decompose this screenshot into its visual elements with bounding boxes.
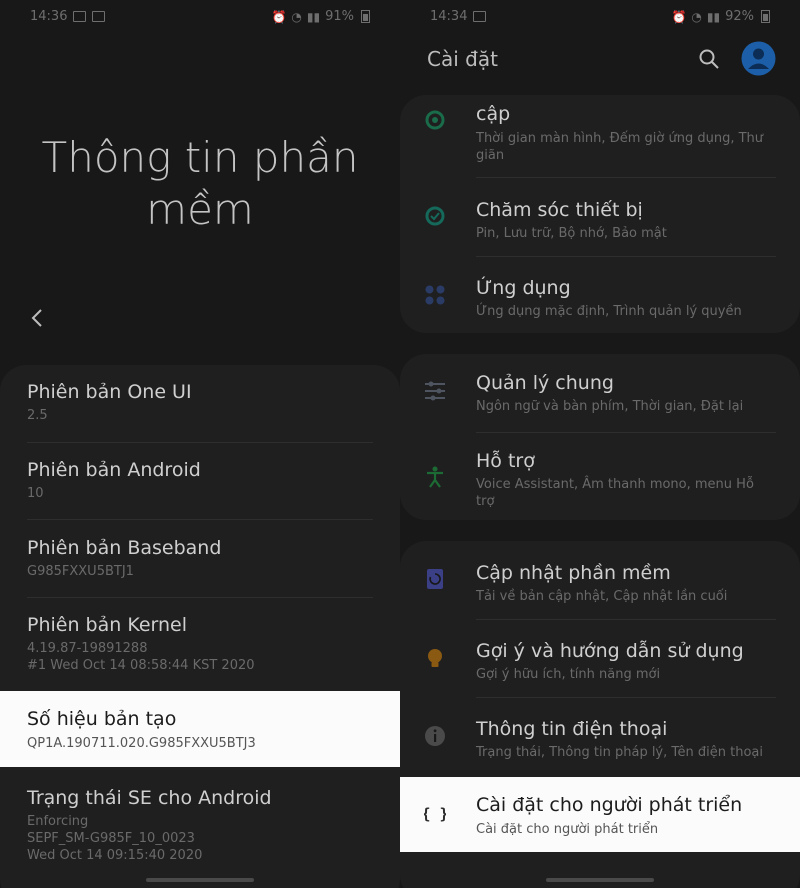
lightbulb-icon (428, 649, 442, 667)
item-title: Phiên bản One UI (27, 381, 192, 403)
battery-icon (361, 10, 370, 23)
status-bar: 14:34 ⏰ ◔ ▮▮ 92% (400, 0, 800, 34)
apps-icon (425, 285, 445, 305)
battery-icon (761, 10, 770, 23)
item-title: Quản lý chung (476, 372, 614, 394)
settings-item-apps[interactable]: Ứng dụng Ứng dụng mặc định, Trình quản l… (400, 257, 800, 333)
message-notification-icon (473, 11, 486, 22)
info-icon (425, 726, 445, 746)
item-title: Chăm sóc thiết bị (476, 199, 643, 221)
item-subtitle: Cài đặt cho người phát triển (476, 822, 659, 837)
page-title: Cài đặt (427, 47, 498, 71)
item-title: Cập nhật phần mềm (476, 562, 671, 584)
message-notification-icon (92, 11, 105, 22)
settings-item-about-phone[interactable]: Thông tin điện thoại Trạng thái, Thông t… (400, 698, 800, 776)
item-subtitle: Enforcing (27, 814, 89, 829)
item-title: Phiên bản Baseband (27, 537, 222, 559)
item-title: Ứng dụng (476, 277, 571, 299)
item-subtitle-line2: #1 Wed Oct 14 08:58:44 KST 2020 (27, 658, 255, 673)
settings-group-1: cập Thời gian màn hình, Đếm giờ ứng dụng… (400, 95, 800, 333)
accessibility-icon (427, 466, 443, 488)
status-bar: 14:36 ⏰ ◔ ▮▮ 91% (0, 0, 400, 34)
item-title: cập (476, 103, 511, 125)
item-subtitle: 10 (27, 486, 44, 501)
item-subtitle: 4.19.87-19891288 (27, 641, 148, 656)
signal-icon: ▮▮ (306, 9, 321, 24)
device-care-icon (425, 206, 445, 226)
battery-percent: 91% (325, 9, 354, 24)
item-title: Phiên bản Android (27, 459, 201, 481)
status-time: 14:34 (430, 9, 468, 24)
item-title: Trạng thái SE cho Android (27, 787, 272, 809)
item-subtitle: QP1A.190711.020.G985FXXU5BTJ3 (27, 736, 256, 751)
settings-item-general-management[interactable]: Quản lý chung Ngôn ngữ và bàn phím, Thời… (400, 354, 800, 432)
item-subtitle: Thời gian màn hình, Đếm giờ ứng dụng, Th… (476, 131, 764, 146)
alarm-icon: ⏰ (271, 9, 287, 24)
svg-text:{ }: { } (424, 805, 446, 823)
item-title: Hỗ trợ (476, 450, 535, 472)
digital-wellbeing-icon (425, 110, 445, 130)
settings-screen: 14:34 ⏰ ◔ ▮▮ 92% Cài đặt cập Thời gian m… (400, 0, 800, 888)
item-subtitle-line2: SEPF_SM-G985F_10_0023 (27, 831, 195, 846)
item-subtitle: Ngôn ngữ và bàn phím, Thời gian, Đặt lại (476, 399, 744, 414)
gesture-bar[interactable] (146, 878, 254, 882)
settings-item-accessibility[interactable]: Hỗ trợ Voice Assistant, Âm thanh mono, m… (400, 433, 800, 520)
item-subtitle-line2: giãn (476, 148, 505, 163)
settings-item-software-update[interactable]: Cập nhật phần mềm Tải về bản cập nhật, C… (400, 541, 800, 619)
item-subtitle: Tải về bản cập nhật, Cập nhật lần cuối (476, 589, 728, 604)
item-title: Cài đặt cho người phát triển (476, 794, 743, 816)
alarm-icon: ⏰ (671, 9, 687, 24)
item-subtitle-line3: Wed Oct 14 09:15:40 2020 (27, 848, 203, 863)
item-subtitle: 2.5 (27, 408, 48, 423)
item-subtitle: Voice Assistant, Âm thanh mono, menu Hỗ (476, 477, 754, 492)
signal-icon: ▮▮ (706, 9, 721, 24)
battery-percent: 92% (725, 9, 754, 24)
wifi-icon: ◔ (691, 9, 702, 24)
search-icon[interactable] (698, 48, 720, 70)
status-time: 14:36 (30, 9, 68, 24)
settings-item-tips[interactable]: Gợi ý và hướng dẫn sử dụng Gợi ý hữu ích… (400, 620, 800, 697)
developer-braces-icon: { } (424, 805, 446, 823)
software-info-screen: 14:36 ⏰ ◔ ▮▮ 91% Thông tin phần mềm Phiê… (0, 0, 400, 888)
list-item-baseband[interactable]: Phiên bản Baseband G985FXXU5BTJ1 (0, 520, 400, 597)
list-item-kernel[interactable]: Phiên bản Kernel 4.19.87-19891288 #1 Wed… (0, 598, 400, 690)
list-item-build-number[interactable]: Số hiệu bản tạo QP1A.190711.020.G985FXXU… (0, 691, 400, 767)
list-item-android-version[interactable]: Phiên bản Android 10 (0, 443, 400, 519)
item-title: Thông tin điện thoại (476, 718, 668, 740)
wifi-icon: ◔ (291, 9, 302, 24)
item-subtitle: Ứng dụng mặc định, Trình quản lý quyền (476, 304, 742, 319)
item-title: Phiên bản Kernel (27, 614, 188, 636)
settings-item-digital-wellbeing[interactable]: cập Thời gian màn hình, Đếm giờ ứng dụng… (400, 95, 800, 167)
gesture-bar[interactable] (546, 878, 654, 882)
list-item-one-ui[interactable]: Phiên bản One UI 2.5 (0, 365, 400, 442)
item-subtitle: Trạng thái, Thông tin pháp lý, Tên điện … (476, 745, 763, 760)
item-subtitle: Pin, Lưu trữ, Bộ nhớ, Bảo mật (476, 226, 667, 241)
item-subtitle: Gợi ý hữu ích, tính năng mới (476, 667, 661, 682)
item-title: Gợi ý và hướng dẫn sử dụng (476, 640, 744, 662)
settings-item-device-care[interactable]: Chăm sóc thiết bị Pin, Lưu trữ, Bộ nhớ, … (400, 178, 800, 256)
item-subtitle: G985FXXU5BTJ1 (27, 564, 134, 579)
item-title: Số hiệu bản tạo (27, 708, 177, 730)
software-update-icon (427, 569, 443, 589)
back-arrow-icon[interactable] (24, 304, 52, 332)
account-avatar-icon[interactable] (741, 41, 776, 76)
list-item-se-status[interactable]: Trạng thái SE cho Android Enforcing SEPF… (0, 767, 400, 877)
page-title: Thông tin phần mềm (41, 133, 359, 234)
settings-group-2: Quản lý chung Ngôn ngữ và bàn phím, Thời… (400, 354, 800, 520)
settings-item-developer-options[interactable]: { } Cài đặt cho người phát triển Cài đặt… (400, 777, 800, 852)
sliders-icon (425, 381, 445, 401)
item-subtitle-line2: trợ (476, 494, 495, 509)
gallery-notification-icon (73, 11, 86, 22)
